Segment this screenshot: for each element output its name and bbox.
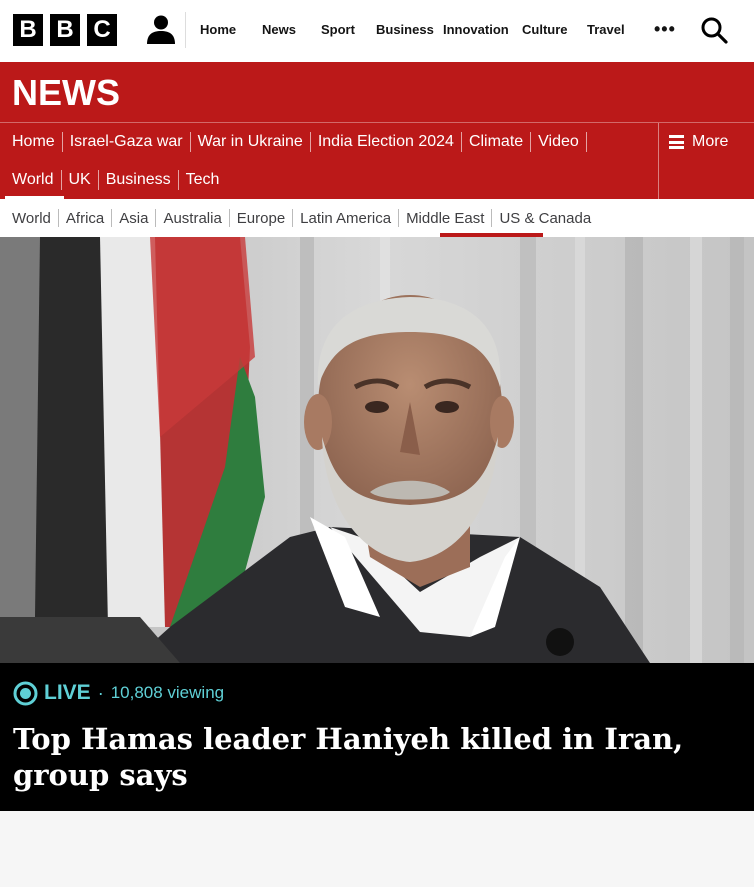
live-label: LIVE (44, 681, 91, 704)
top-nav-news[interactable]: News (262, 22, 296, 37)
hero-photo (0, 237, 754, 663)
subnav-europe[interactable]: Europe (237, 210, 285, 227)
top-nav-home[interactable]: Home (200, 22, 236, 37)
subnav-world[interactable]: World (12, 210, 51, 227)
subnav-africa[interactable]: Africa (66, 210, 104, 227)
subnav-separator (111, 209, 113, 227)
nav-separator (585, 132, 587, 152)
account-icon[interactable] (146, 14, 176, 44)
top-nav-culture[interactable]: Culture (522, 22, 568, 37)
subnav-separator (398, 209, 400, 227)
subnav-latin-america[interactable]: Latin America (300, 210, 391, 227)
viewer-count: 10,808 viewing (110, 683, 225, 702)
top-nav-innovation[interactable]: Innovation (443, 22, 509, 37)
top-nav-business[interactable]: Business (376, 22, 434, 37)
nav-uk[interactable]: UK (69, 171, 91, 189)
news-header: NEWS Home Israel-Gaza war War in Ukraine… (0, 62, 754, 199)
header-divider (185, 12, 186, 48)
live-icon (13, 681, 38, 705)
nav-separator (60, 170, 62, 190)
more-nav-button[interactable]: More (658, 123, 754, 199)
nav-separator (177, 170, 179, 190)
nav-india-election[interactable]: India Election 2024 (318, 133, 454, 151)
news-wordmark[interactable]: NEWS (12, 72, 120, 114)
subnav-separator (491, 209, 493, 227)
nav-separator (97, 170, 99, 190)
bbc-logo-letter: B (50, 14, 80, 46)
subnav-separator (292, 209, 294, 227)
subnav-separator (57, 209, 59, 227)
bbc-logo-letter: B (13, 14, 43, 46)
live-separator: · (97, 682, 104, 703)
nav-separator (61, 132, 63, 152)
hamburger-icon (669, 135, 684, 149)
nav-war-in-ukraine[interactable]: War in Ukraine (198, 133, 303, 151)
secondary-nav: World Africa Asia Australia Europe Latin… (0, 199, 754, 237)
story-caption: LIVE · 10,808 viewing Top Hamas leader H… (0, 663, 754, 811)
primary-nav: Home Israel-Gaza war War in Ukraine Indi… (0, 123, 658, 199)
nav-climate[interactable]: Climate (469, 133, 523, 151)
hero-image[interactable] (0, 237, 754, 663)
nav-home[interactable]: Home (12, 133, 55, 151)
subnav-separator (228, 209, 230, 227)
top-nav-travel[interactable]: Travel (587, 22, 625, 37)
more-nav-label: More (692, 133, 729, 150)
nav-separator (530, 132, 532, 152)
bbc-logo[interactable]: B B C (13, 14, 117, 46)
nav-tech[interactable]: Tech (186, 171, 220, 189)
more-menu-button[interactable]: ••• (654, 19, 676, 40)
nav-separator (309, 132, 311, 152)
subnav-separator (155, 209, 157, 227)
subnav-middle-east[interactable]: Middle East (406, 210, 484, 227)
nav-video[interactable]: Video (538, 133, 579, 151)
nav-israel-gaza-war[interactable]: Israel-Gaza war (70, 133, 183, 151)
story-headline[interactable]: Top Hamas leader Haniyeh killed in Iran,… (13, 721, 713, 793)
search-icon[interactable] (700, 16, 728, 44)
live-indicator: LIVE · 10,808 viewing (13, 680, 224, 706)
nav-separator (189, 132, 191, 152)
nav-business[interactable]: Business (106, 171, 171, 189)
bbc-logo-letter: C (87, 14, 117, 46)
nav-separator (460, 132, 462, 152)
subnav-asia[interactable]: Asia (119, 210, 148, 227)
global-header: B B C Home News Sport Business Innovatio… (0, 0, 754, 62)
subnav-australia[interactable]: Australia (163, 210, 221, 227)
top-nav-sport[interactable]: Sport (321, 22, 355, 37)
nav-world[interactable]: World (12, 171, 54, 189)
subnav-us-canada[interactable]: US & Canada (499, 210, 591, 227)
